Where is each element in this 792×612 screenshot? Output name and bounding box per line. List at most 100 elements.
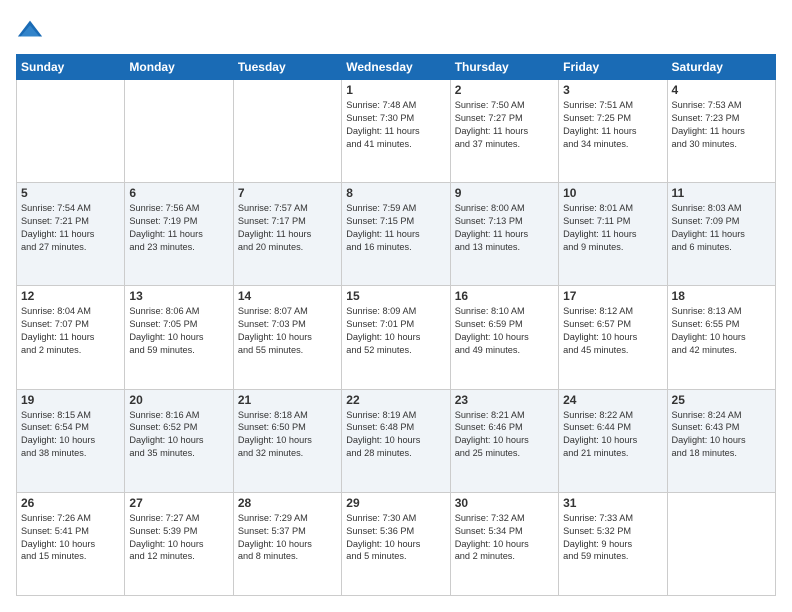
day-info: Sunrise: 8:07 AM Sunset: 7:03 PM Dayligh…	[238, 305, 337, 357]
calendar-week-row: 19 Sunrise: 8:15 AM Sunset: 6:54 PM Dayli…	[17, 389, 776, 492]
day-number: 25	[672, 393, 771, 407]
day-number: 28	[238, 496, 337, 510]
day-number: 3	[563, 83, 662, 97]
calendar-day-8: 8 Sunrise: 7:59 AM Sunset: 7:15 PM Daylig…	[342, 183, 450, 286]
day-number: 20	[129, 393, 228, 407]
calendar-day-17: 17Sunrise: 8:12 AM Sunset: 6:57 PM Dayli…	[559, 286, 667, 389]
calendar-header-sunday: Sunday	[17, 55, 125, 80]
calendar-day-9: 9Sunrise: 8:00 AM Sunset: 7:13 PM Daylig…	[450, 183, 558, 286]
calendar-day-23: 23 Sunrise: 8:21 AM Sunset: 6:46 PM Dayli…	[450, 389, 558, 492]
day-number: 11	[672, 186, 771, 200]
calendar-day-21: 21 Sunrise: 8:18 AM Sunset: 6:50 PM Dayli…	[233, 389, 341, 492]
calendar-day-20: 20 Sunrise: 8:16 AM Sunset: 6:52 PM Dayli…	[125, 389, 233, 492]
day-number: 16	[455, 289, 554, 303]
day-info: Sunrise: 8:15 AM Sunset: 6:54 PM Dayligh…	[21, 409, 120, 461]
calendar-day-10: 10 Sunrise: 8:01 AM Sunset: 7:11 PM Dayli…	[559, 183, 667, 286]
calendar-day-16: 16 Sunrise: 8:10 AM Sunset: 6:59 PM Dayli…	[450, 286, 558, 389]
logo	[16, 16, 48, 44]
calendar-day-28: 28 Sunrise: 7:29 AM Sunset: 5:37 PM Dayli…	[233, 492, 341, 595]
calendar-day-12: 12 Sunrise: 8:04 AM Sunset: 7:07 PM Dayli…	[17, 286, 125, 389]
day-info: Sunrise: 8:06 AM Sunset: 7:05 PM Dayligh…	[129, 305, 228, 357]
day-number: 23	[455, 393, 554, 407]
calendar-day-11: 11 Sunrise: 8:03 AM Sunset: 7:09 PM Dayli…	[667, 183, 775, 286]
day-info: Sunrise: 7:27 AM Sunset: 5:39 PM Dayligh…	[129, 512, 228, 564]
calendar-week-row: 12 Sunrise: 8:04 AM Sunset: 7:07 PM Dayli…	[17, 286, 776, 389]
calendar-day-18: 18Sunrise: 8:13 AM Sunset: 6:55 PM Dayli…	[667, 286, 775, 389]
day-number: 1	[346, 83, 445, 97]
day-number: 21	[238, 393, 337, 407]
day-number: 10	[563, 186, 662, 200]
calendar-header-row: SundayMondayTuesdayWednesdayThursdayFrid…	[17, 55, 776, 80]
calendar-day-1: 1 Sunrise: 7:48 AM Sunset: 7:30 PM Daylig…	[342, 80, 450, 183]
day-number: 2	[455, 83, 554, 97]
day-number: 31	[563, 496, 662, 510]
day-info: Sunrise: 8:18 AM Sunset: 6:50 PM Dayligh…	[238, 409, 337, 461]
day-info: Sunrise: 8:13 AM Sunset: 6:55 PM Dayligh…	[672, 305, 771, 357]
day-info: Sunrise: 7:59 AM Sunset: 7:15 PM Dayligh…	[346, 202, 445, 254]
day-info: Sunrise: 8:24 AM Sunset: 6:43 PM Dayligh…	[672, 409, 771, 461]
day-info: Sunrise: 7:26 AM Sunset: 5:41 PM Dayligh…	[21, 512, 120, 564]
calendar-day-30: 30 Sunrise: 7:32 AM Sunset: 5:34 PM Dayli…	[450, 492, 558, 595]
calendar-empty	[17, 80, 125, 183]
page-header	[16, 16, 776, 44]
day-number: 6	[129, 186, 228, 200]
day-info: Sunrise: 8:04 AM Sunset: 7:07 PM Dayligh…	[21, 305, 120, 357]
calendar-week-row: 26 Sunrise: 7:26 AM Sunset: 5:41 PM Dayli…	[17, 492, 776, 595]
calendar-day-31: 31Sunrise: 7:33 AM Sunset: 5:32 PM Dayli…	[559, 492, 667, 595]
calendar-empty	[233, 80, 341, 183]
day-number: 12	[21, 289, 120, 303]
day-number: 5	[21, 186, 120, 200]
day-number: 29	[346, 496, 445, 510]
calendar-day-25: 25 Sunrise: 8:24 AM Sunset: 6:43 PM Dayli…	[667, 389, 775, 492]
day-number: 7	[238, 186, 337, 200]
calendar-day-29: 29 Sunrise: 7:30 AM Sunset: 5:36 PM Dayli…	[342, 492, 450, 595]
day-number: 9	[455, 186, 554, 200]
day-info: Sunrise: 7:50 AM Sunset: 7:27 PM Dayligh…	[455, 99, 554, 151]
day-info: Sunrise: 7:48 AM Sunset: 7:30 PM Dayligh…	[346, 99, 445, 151]
calendar-day-26: 26 Sunrise: 7:26 AM Sunset: 5:41 PM Dayli…	[17, 492, 125, 595]
day-number: 15	[346, 289, 445, 303]
day-info: Sunrise: 7:30 AM Sunset: 5:36 PM Dayligh…	[346, 512, 445, 564]
day-info: Sunrise: 7:54 AM Sunset: 7:21 PM Dayligh…	[21, 202, 120, 254]
day-number: 4	[672, 83, 771, 97]
calendar-day-3: 3 Sunrise: 7:51 AM Sunset: 7:25 PM Daylig…	[559, 80, 667, 183]
calendar-header-tuesday: Tuesday	[233, 55, 341, 80]
calendar-day-19: 19 Sunrise: 8:15 AM Sunset: 6:54 PM Dayli…	[17, 389, 125, 492]
calendar-day-7: 7 Sunrise: 7:57 AM Sunset: 7:17 PM Daylig…	[233, 183, 341, 286]
day-number: 30	[455, 496, 554, 510]
day-number: 14	[238, 289, 337, 303]
day-info: Sunrise: 8:03 AM Sunset: 7:09 PM Dayligh…	[672, 202, 771, 254]
day-number: 26	[21, 496, 120, 510]
day-info: Sunrise: 8:10 AM Sunset: 6:59 PM Dayligh…	[455, 305, 554, 357]
day-number: 22	[346, 393, 445, 407]
calendar-header-thursday: Thursday	[450, 55, 558, 80]
day-number: 24	[563, 393, 662, 407]
calendar-week-row: 5 Sunrise: 7:54 AM Sunset: 7:21 PM Daylig…	[17, 183, 776, 286]
calendar-day-13: 13Sunrise: 8:06 AM Sunset: 7:05 PM Dayli…	[125, 286, 233, 389]
calendar-header-friday: Friday	[559, 55, 667, 80]
day-info: Sunrise: 8:19 AM Sunset: 6:48 PM Dayligh…	[346, 409, 445, 461]
calendar-day-6: 6 Sunrise: 7:56 AM Sunset: 7:19 PM Daylig…	[125, 183, 233, 286]
day-number: 27	[129, 496, 228, 510]
day-number: 8	[346, 186, 445, 200]
calendar-day-14: 14 Sunrise: 8:07 AM Sunset: 7:03 PM Dayli…	[233, 286, 341, 389]
day-info: Sunrise: 8:16 AM Sunset: 6:52 PM Dayligh…	[129, 409, 228, 461]
calendar-header-saturday: Saturday	[667, 55, 775, 80]
calendar-day-24: 24Sunrise: 8:22 AM Sunset: 6:44 PM Dayli…	[559, 389, 667, 492]
calendar-header-wednesday: Wednesday	[342, 55, 450, 80]
day-info: Sunrise: 7:56 AM Sunset: 7:19 PM Dayligh…	[129, 202, 228, 254]
day-info: Sunrise: 7:29 AM Sunset: 5:37 PM Dayligh…	[238, 512, 337, 564]
logo-icon	[16, 16, 44, 44]
calendar-day-2: 2 Sunrise: 7:50 AM Sunset: 7:27 PM Daylig…	[450, 80, 558, 183]
day-info: Sunrise: 7:32 AM Sunset: 5:34 PM Dayligh…	[455, 512, 554, 564]
day-number: 17	[563, 289, 662, 303]
day-info: Sunrise: 7:57 AM Sunset: 7:17 PM Dayligh…	[238, 202, 337, 254]
day-info: Sunrise: 7:53 AM Sunset: 7:23 PM Dayligh…	[672, 99, 771, 151]
day-info: Sunrise: 7:51 AM Sunset: 7:25 PM Dayligh…	[563, 99, 662, 151]
day-number: 19	[21, 393, 120, 407]
day-info: Sunrise: 8:21 AM Sunset: 6:46 PM Dayligh…	[455, 409, 554, 461]
calendar-empty	[125, 80, 233, 183]
day-info: Sunrise: 8:01 AM Sunset: 7:11 PM Dayligh…	[563, 202, 662, 254]
calendar-table: SundayMondayTuesdayWednesdayThursdayFrid…	[16, 54, 776, 596]
calendar-day-4: 4 Sunrise: 7:53 AM Sunset: 7:23 PM Daylig…	[667, 80, 775, 183]
